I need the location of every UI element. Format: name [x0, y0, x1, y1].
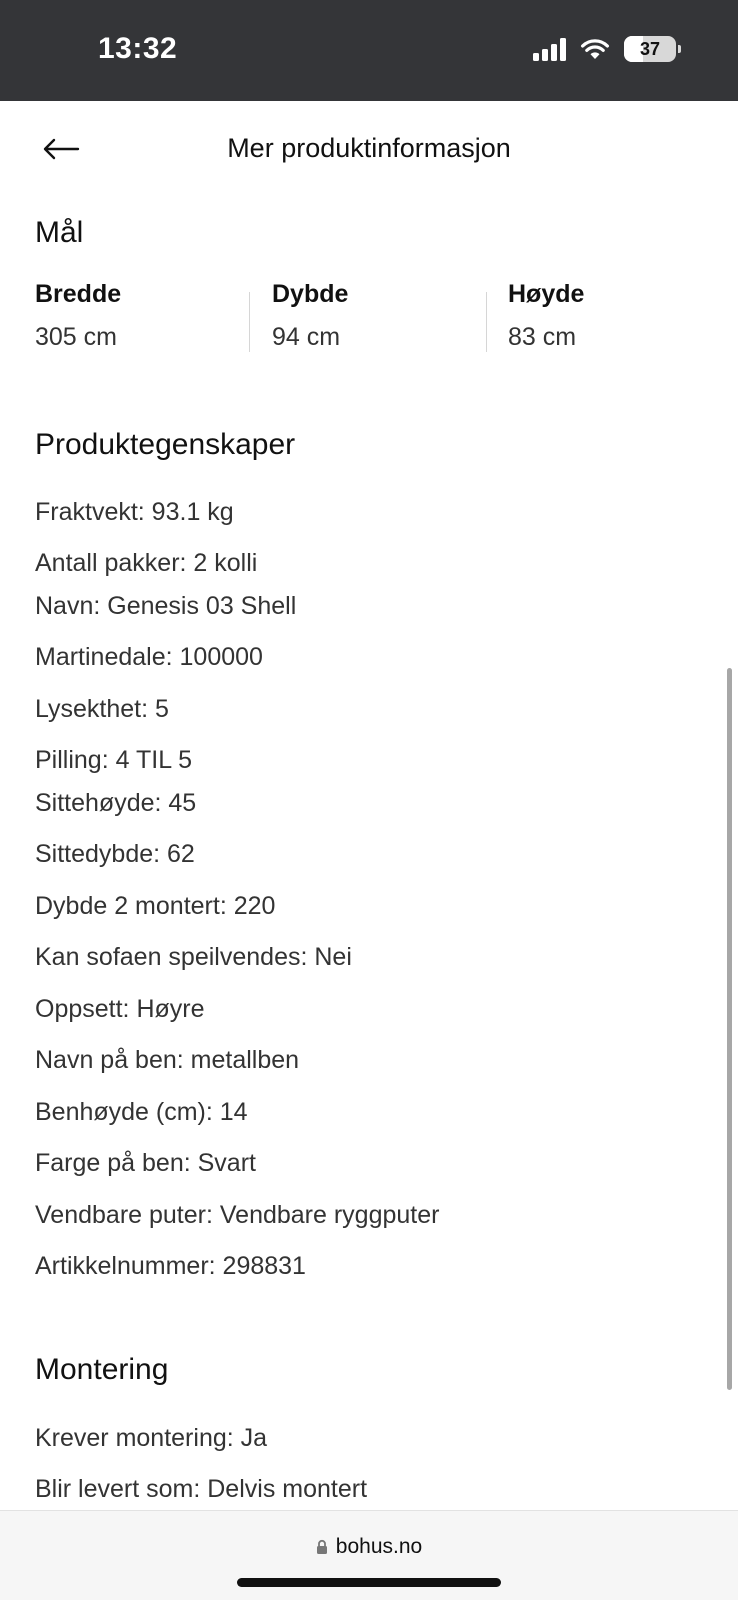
- property-item: Antall pakker: 2 kolli: [35, 549, 258, 577]
- battery-percentage: 37: [639, 38, 661, 59]
- property-item: Farge på ben: Svart: [35, 1149, 256, 1177]
- property-item: Oppsett: Høyre: [35, 995, 205, 1023]
- dimension-value: 305 cm: [35, 323, 117, 351]
- property-item: Kan sofaen speilvendes: Nei: [35, 943, 352, 971]
- property-item: Dybde 2 montert: 220: [35, 892, 276, 920]
- url-display[interactable]: bohus.no: [0, 1535, 738, 1559]
- dimension-value: 83 cm: [508, 323, 577, 351]
- url-text: bohus.no: [335, 1535, 423, 1558]
- dimension-value: 94 cm: [272, 323, 341, 351]
- divider: [486, 292, 487, 352]
- dimension-width: Bredde 305 cm: [35, 280, 121, 360]
- wifi-icon: [581, 39, 609, 59]
- dimension-label: Bredde: [35, 280, 122, 308]
- battery-icon: 37: [624, 36, 681, 62]
- assembly-item: Krever montering: Ja: [35, 1424, 268, 1452]
- assembly-heading: Montering: [35, 1353, 169, 1386]
- page-title: Mer produktinformasjon: [227, 133, 511, 163]
- property-item: Martinedale: 100000: [35, 643, 263, 671]
- dimensions-heading: Mål: [35, 216, 84, 249]
- dimension-depth: Dybde 94 cm: [272, 280, 348, 360]
- dimension-label: Høyde: [508, 280, 585, 308]
- assembly-item: Blir levert som: Delvis montert: [35, 1475, 368, 1503]
- property-item: Sittedybde: 62: [35, 840, 195, 868]
- status-time: 13:32: [98, 32, 178, 65]
- property-item: Navn: Genesis 03 Shell: [35, 592, 297, 620]
- property-item: Pilling: 4 TIL 5: [35, 746, 193, 774]
- property-item: Artikkelnummer: 298831: [35, 1252, 306, 1280]
- property-item: Navn på ben: metallben: [35, 1046, 300, 1074]
- property-item: Benhøyde (cm): 14: [35, 1098, 248, 1126]
- lock-icon: [316, 1539, 327, 1554]
- property-item: Lysekthet: 5: [35, 695, 169, 723]
- dimension-height: Høyde 83 cm: [508, 280, 584, 360]
- property-item: Fraktvekt: 93.1 kg: [35, 498, 234, 526]
- property-item: Vendbare puter: Vendbare ryggputer: [35, 1201, 440, 1229]
- property-item: Sittehøyde: 45: [35, 789, 197, 817]
- scrollbar[interactable]: [727, 668, 732, 1390]
- page-header: Mer produktinformasjon: [0, 101, 738, 197]
- properties-heading: Produktegenskaper: [35, 428, 296, 461]
- dimension-label: Dybde: [272, 280, 349, 308]
- home-indicator[interactable]: [237, 1578, 501, 1587]
- divider: [249, 292, 250, 352]
- cellular-signal-icon: [533, 37, 566, 61]
- status-bar: 13:32 37: [0, 0, 738, 101]
- status-icons: 37: [533, 36, 681, 62]
- dimensions-grid: Bredde 305 cm Dybde 94 cm Høyde 83 cm: [35, 280, 715, 360]
